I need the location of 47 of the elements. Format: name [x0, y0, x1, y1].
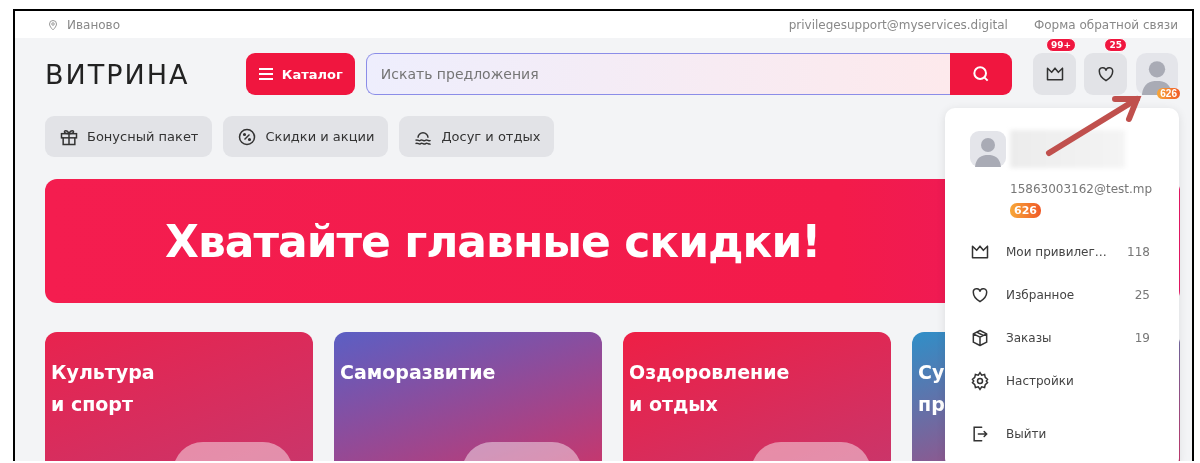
logo[interactable]: ВИТРИНА — [45, 58, 246, 90]
discount-icon — [237, 126, 258, 147]
pin-icon — [47, 18, 59, 31]
menu-item[interactable]: Заказы 19 — [970, 316, 1150, 359]
menu-item-label: Настройки — [1006, 373, 1075, 388]
category-chip[interactable]: Бонусный пакет — [45, 116, 213, 157]
menu-item[interactable]: Мои привилег… 118 — [970, 230, 1150, 273]
card-title: Су пр — [918, 360, 945, 417]
points-badge: 626 — [1010, 203, 1041, 218]
menu-icon — [257, 67, 274, 81]
menu-item-count: 118 — [1127, 244, 1150, 259]
menu-item[interactable]: Настройки — [970, 359, 1150, 402]
search-field[interactable]: Искать предложения — [365, 53, 950, 95]
category-chip[interactable]: Скидки и акции — [223, 116, 389, 157]
city-name: Иваново — [67, 17, 120, 32]
count-badge: 99+ — [1045, 38, 1076, 52]
privileges-button[interactable] — [1033, 53, 1076, 95]
menu-item-label: Заказы — [1006, 330, 1053, 345]
support-email-link[interactable]: privilegesupport@myservices.digital — [788, 17, 1008, 32]
category-card[interactable]: Оздоровление и отдых — [623, 332, 891, 461]
box-icon — [970, 327, 990, 348]
crown-icon — [1044, 64, 1065, 84]
favorites-button[interactable] — [1084, 53, 1127, 95]
menu-item-label: Мои привилег… — [1006, 244, 1108, 259]
category-card[interactable]: Культура и спорт — [45, 332, 313, 461]
card-title: Оздоровление и отдых — [629, 360, 790, 417]
card-title: Культура и спорт — [51, 360, 155, 417]
settings-icon — [970, 370, 990, 391]
menu-item-label: Избранное — [1006, 287, 1076, 302]
location[interactable]: Иваново — [47, 17, 120, 32]
menu-item-count: 19 — [1134, 330, 1150, 345]
category-chip[interactable]: Досуг и отдых — [399, 116, 555, 157]
banner-title: Хватайте главные скидки! — [165, 215, 821, 267]
avatar-icon — [970, 131, 1006, 167]
category-card[interactable]: Саморазвитие — [334, 332, 602, 461]
avatar-icon — [1135, 53, 1178, 95]
points-badge: 626 — [1157, 88, 1180, 99]
card-title: Саморазвитие — [340, 360, 496, 385]
count-badge: 25 — [1104, 38, 1127, 52]
feedback-link[interactable]: Форма обратной связи — [1033, 17, 1178, 32]
menu-item-label: Выйти — [1006, 426, 1048, 441]
search-button[interactable] — [950, 53, 1012, 95]
search-icon — [971, 64, 991, 84]
user-email: 15863003162@test.mp — [1010, 182, 1154, 196]
menu-item-count: 25 — [1134, 287, 1150, 302]
menu-item[interactable]: Выйти — [970, 412, 1150, 455]
catalog-button[interactable]: Каталог — [245, 53, 355, 95]
